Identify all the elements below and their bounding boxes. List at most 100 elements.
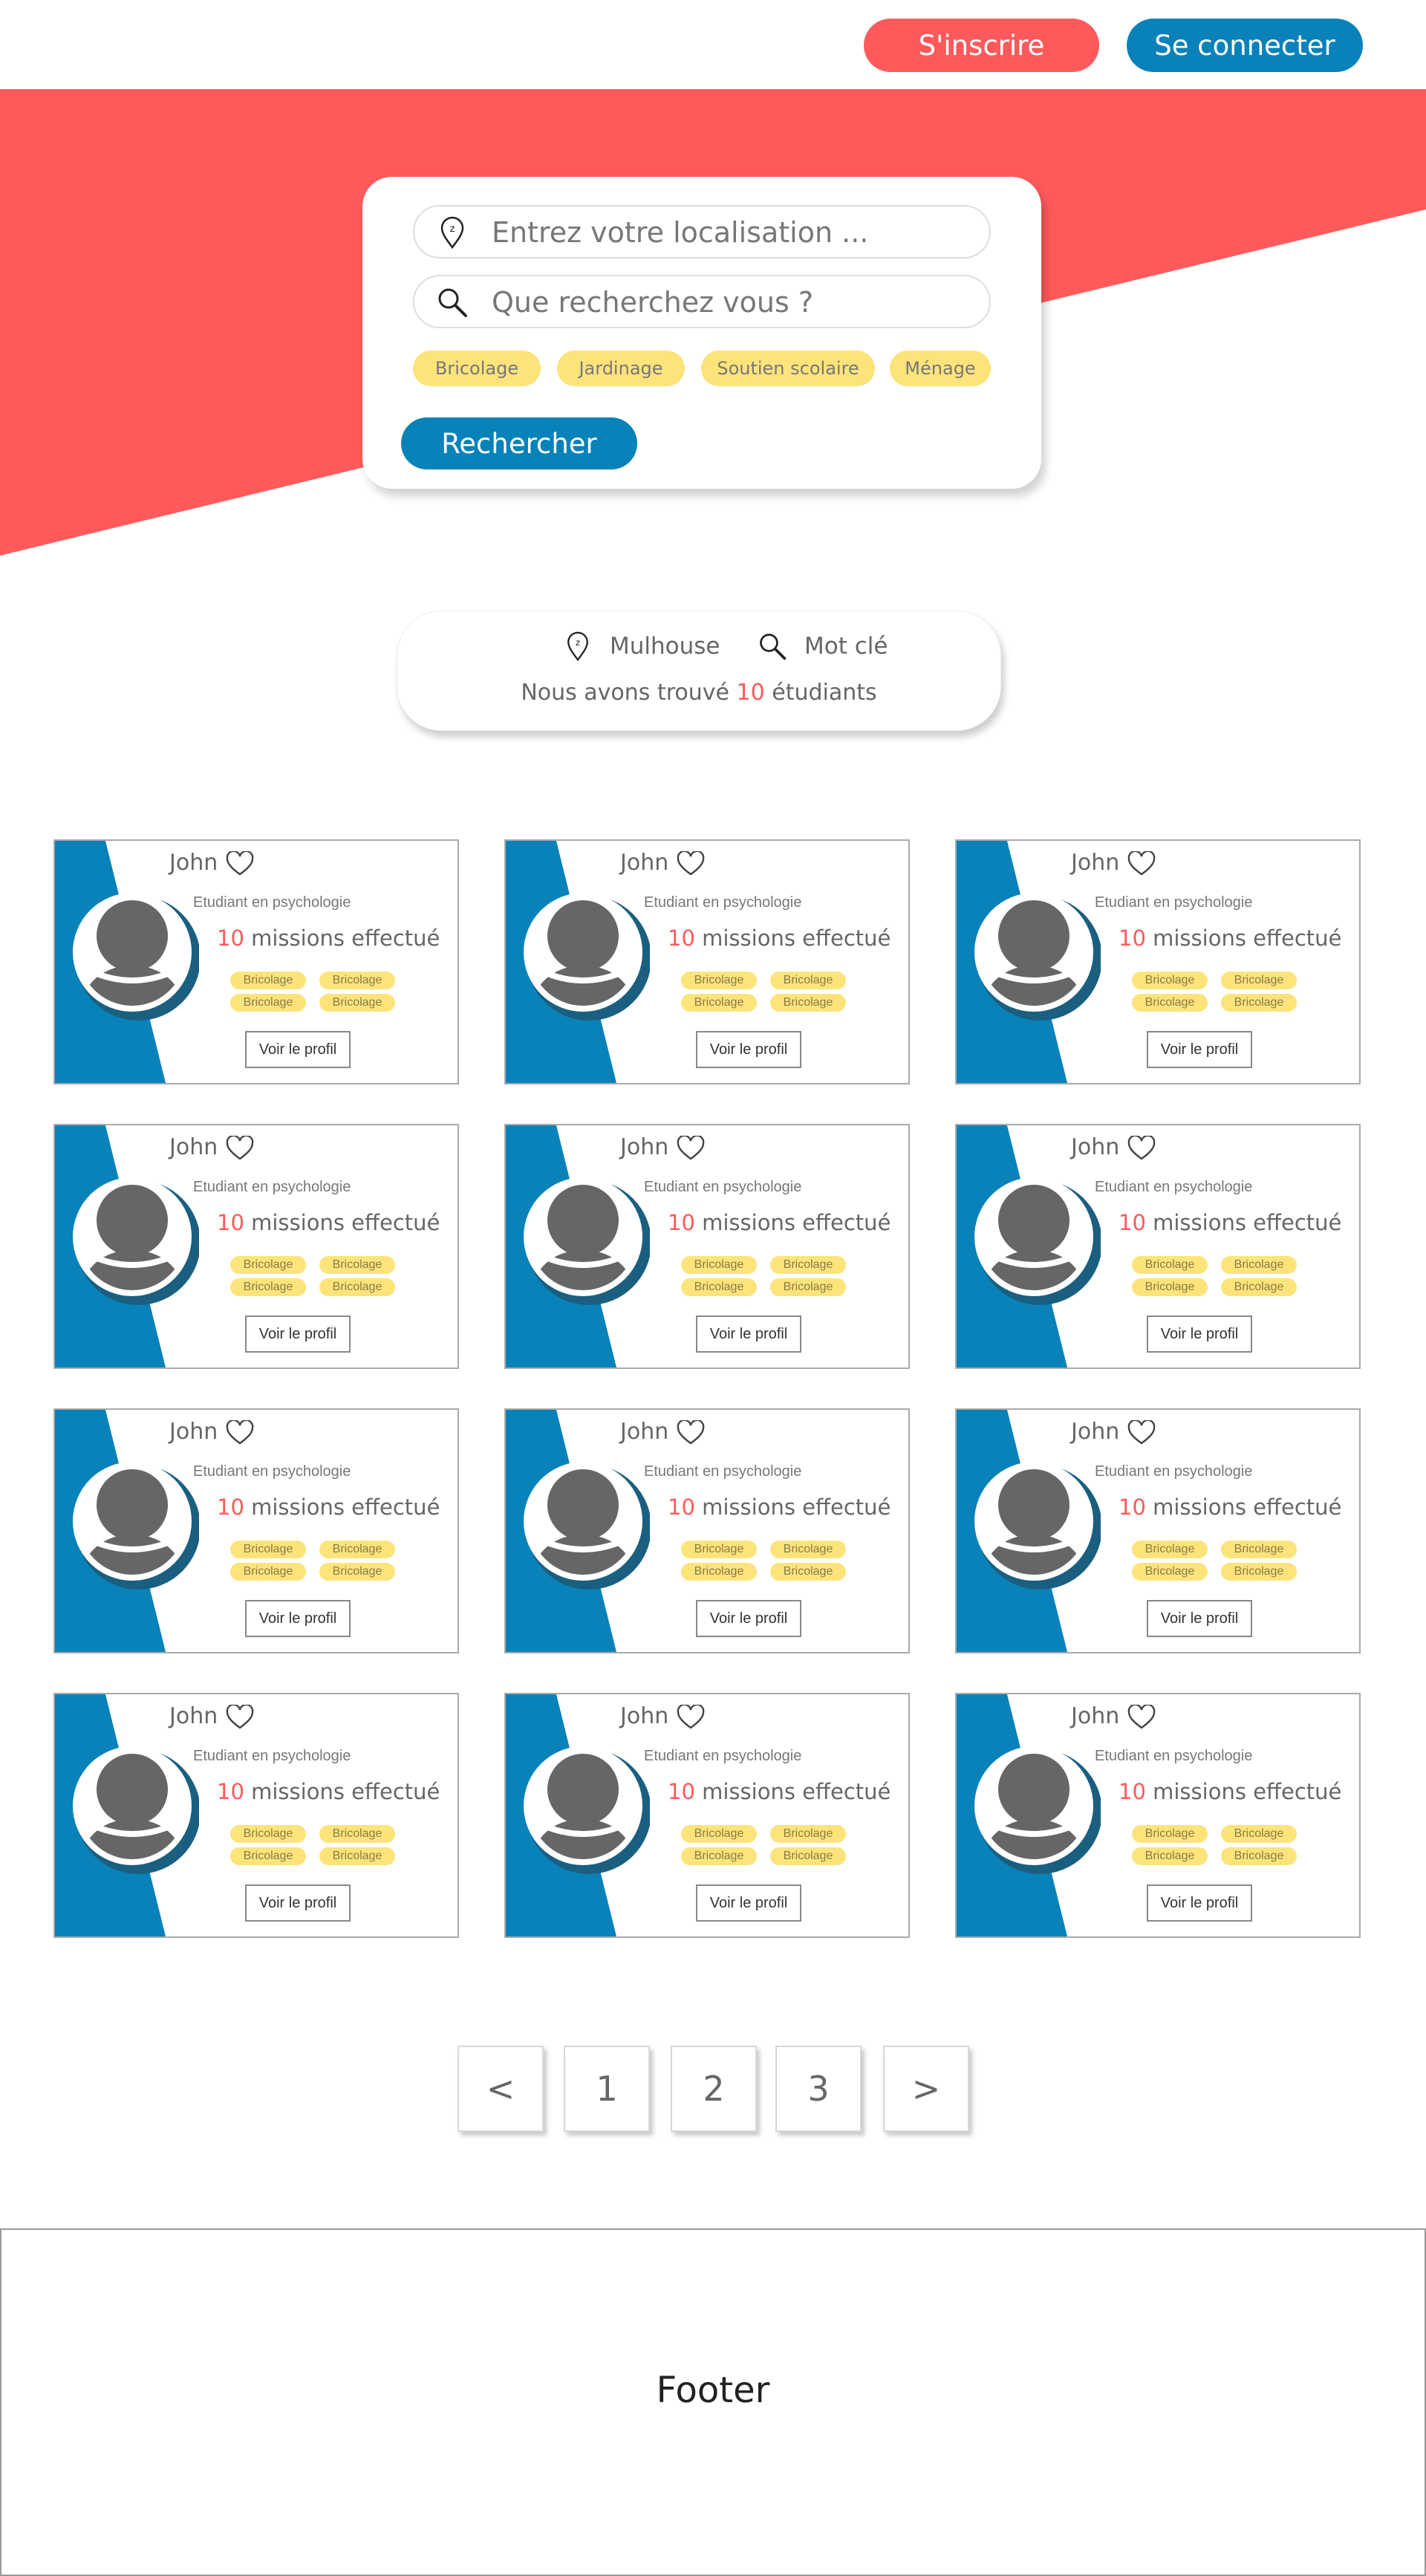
next-page-button[interactable]: > <box>883 2046 969 2132</box>
missions-label: missions effectué <box>251 1494 440 1520</box>
heart-icon[interactable] <box>1127 851 1156 876</box>
heart-icon[interactable] <box>226 851 254 876</box>
student-card[interactable]: John Etudiant en psychologie 10 missions e… <box>53 1408 459 1653</box>
view-profile-button[interactable]: Voir le profil <box>1147 1031 1252 1068</box>
skill-tag: Bricolage <box>1221 1563 1297 1581</box>
student-card[interactable]: John Etudiant en psychologie 10 missions e… <box>53 839 459 1084</box>
avatar <box>73 893 199 1021</box>
skill-tag: Bricolage <box>1221 1847 1297 1865</box>
skill-tag: Bricolage <box>770 1256 846 1274</box>
student-card[interactable]: John Etudiant en psychologie 10 missions e… <box>955 1124 1361 1369</box>
location-input[interactable] <box>492 214 967 251</box>
map-pin-icon: z <box>567 631 588 662</box>
svg-text:z: z <box>576 637 580 648</box>
student-card[interactable]: John Etudiant en psychologie 10 missions e… <box>504 1408 910 1653</box>
missions-number: 10 <box>668 926 695 951</box>
missions-count: 10 missions effectué <box>1119 1494 1341 1520</box>
query-input[interactable] <box>492 284 967 321</box>
view-profile-button[interactable]: Voir le profil <box>245 1031 351 1068</box>
skill-tag: Bricolage <box>319 1541 395 1558</box>
page-3-button[interactable]: 3 <box>775 2046 862 2132</box>
student-study: Etudiant en psychologie <box>644 894 802 911</box>
heart-icon[interactable] <box>226 1705 254 1730</box>
svg-text:z: z <box>450 224 455 235</box>
skill-tag: Bricolage <box>230 1278 306 1296</box>
skill-tag: Bricolage <box>230 994 306 1012</box>
missions-label: missions effectué <box>702 1494 891 1520</box>
student-name: John <box>620 1419 669 1445</box>
view-profile-button[interactable]: Voir le profil <box>696 1600 801 1637</box>
skill-tag: Bricolage <box>319 1256 395 1274</box>
search-button[interactable]: Rechercher <box>401 417 637 469</box>
view-profile-button[interactable]: Voir le profil <box>245 1315 351 1353</box>
missions-count: 10 missions effectué <box>1119 1210 1341 1235</box>
missions-label: missions effectué <box>702 1779 891 1804</box>
student-card[interactable]: John Etudiant en psychologie 10 missions e… <box>504 1124 910 1369</box>
heart-icon[interactable] <box>1127 1136 1156 1161</box>
heart-icon[interactable] <box>677 1420 705 1445</box>
results-summary: z Mulhouse Mot clé Nous avons trouvé 10 … <box>397 611 1001 731</box>
student-card[interactable]: John Etudiant en psychologie 10 missions e… <box>504 839 910 1084</box>
skill-tag: Bricolage <box>1132 972 1208 989</box>
student-study: Etudiant en psychologie <box>1095 1179 1253 1195</box>
category-chip[interactable]: Jardinage <box>557 351 685 386</box>
view-profile-button[interactable]: Voir le profil <box>696 1315 801 1353</box>
skill-tag: Bricolage <box>319 1825 395 1843</box>
skill-tag: Bricolage <box>1132 1541 1208 1558</box>
student-card[interactable]: John Etudiant en psychologie 10 missions e… <box>53 1693 459 1938</box>
view-profile-button[interactable]: Voir le profil <box>1147 1315 1252 1353</box>
skill-tag: Bricolage <box>681 972 757 989</box>
category-chip[interactable]: Bricolage <box>413 351 541 386</box>
footer-label: Footer <box>656 2370 770 2411</box>
missions-label: missions effectué <box>1153 1779 1342 1804</box>
heart-icon[interactable] <box>226 1136 254 1161</box>
view-profile-button[interactable]: Voir le profil <box>1147 1600 1252 1637</box>
missions-label: missions effectué <box>251 926 440 951</box>
skill-tag: Bricolage <box>770 1541 846 1558</box>
query-field[interactable] <box>413 275 991 328</box>
view-profile-button[interactable]: Voir le profil <box>696 1884 801 1922</box>
location-field[interactable]: z <box>413 205 991 258</box>
skill-tag: Bricolage <box>770 994 846 1012</box>
category-chip[interactable]: Soutien scolaire <box>701 351 875 386</box>
page-2-button[interactable]: 2 <box>671 2046 757 2132</box>
page-1-button[interactable]: 1 <box>564 2046 650 2132</box>
skill-tag: Bricolage <box>1132 1847 1208 1865</box>
missions-count: 10 missions effectué <box>1119 926 1341 951</box>
skill-tag: Bricolage <box>681 1825 757 1843</box>
heart-icon[interactable] <box>677 851 705 876</box>
missions-count: 10 missions effectué <box>668 926 891 951</box>
heart-icon[interactable] <box>677 1705 705 1730</box>
heart-icon[interactable] <box>1127 1420 1156 1445</box>
prev-page-button[interactable]: < <box>458 2046 544 2132</box>
avatar <box>73 1177 199 1305</box>
view-profile-button[interactable]: Voir le profil <box>1147 1884 1252 1922</box>
student-name: John <box>620 1134 669 1160</box>
login-button[interactable]: Se connecter <box>1127 19 1363 72</box>
missions-count: 10 missions effectué <box>217 926 440 951</box>
skill-tag: Bricolage <box>230 1541 306 1558</box>
view-profile-button[interactable]: Voir le profil <box>245 1600 351 1637</box>
missions-count: 10 missions effectué <box>668 1494 891 1520</box>
heart-icon[interactable] <box>677 1136 705 1161</box>
student-name: John <box>1071 1134 1120 1160</box>
missions-count: 10 missions effectué <box>668 1779 891 1804</box>
results-count: Nous avons trouvé 10 étudiants <box>397 680 1000 706</box>
student-card[interactable]: John Etudiant en psychologie 10 missions e… <box>504 1693 910 1938</box>
heart-icon[interactable] <box>1127 1705 1156 1730</box>
found-count: 10 <box>736 680 765 706</box>
skill-tag: Bricolage <box>681 1256 757 1274</box>
heart-icon[interactable] <box>226 1420 254 1445</box>
student-name: John <box>1071 1419 1120 1445</box>
view-profile-button[interactable]: Voir le profil <box>696 1031 801 1068</box>
student-card[interactable]: John Etudiant en psychologie 10 missions e… <box>53 1124 459 1369</box>
student-card[interactable]: John Etudiant en psychologie 10 missions e… <box>955 1408 1361 1653</box>
category-chip[interactable]: Ménage <box>890 351 991 386</box>
student-card[interactable]: John Etudiant en psychologie 10 missions e… <box>955 1693 1361 1938</box>
student-card[interactable]: John Etudiant en psychologie 10 missions e… <box>955 839 1361 1084</box>
map-pin-icon: z <box>440 216 464 250</box>
register-button[interactable]: S'inscrire <box>864 19 1099 72</box>
view-profile-button[interactable]: Voir le profil <box>245 1884 351 1922</box>
skill-tag: Bricolage <box>770 1825 846 1843</box>
skill-tag: Bricolage <box>1132 1256 1208 1274</box>
